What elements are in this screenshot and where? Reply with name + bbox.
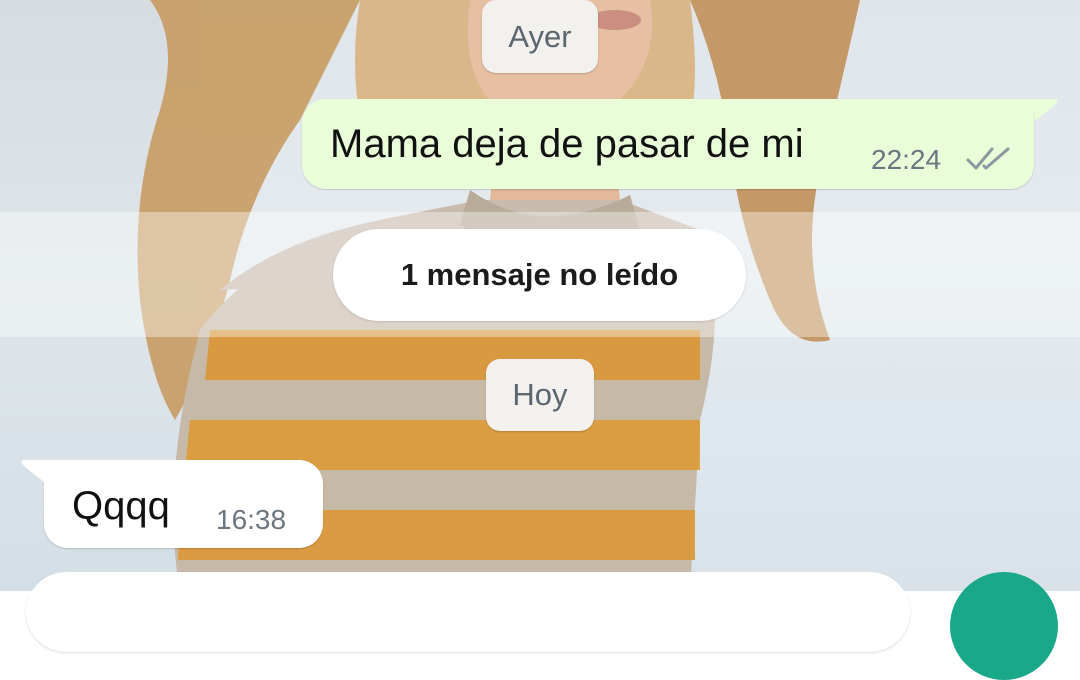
double-check-read-icon	[966, 147, 1010, 170]
unread-messages-banner: 1 mensaje no leído	[333, 229, 746, 321]
incoming-message-time: 16:38	[216, 504, 287, 535]
outgoing-message-time: 22:24	[871, 144, 942, 175]
outgoing-message-text: Mama deja de pasar de mi	[330, 122, 804, 166]
date-chip-yesterday: Ayer	[482, 0, 598, 73]
date-chip-label: Ayer	[508, 18, 572, 54]
mic-button[interactable]	[950, 572, 1058, 680]
unread-banner-label: 1 mensaje no leído	[400, 257, 679, 292]
date-chip-label: Hoy	[512, 377, 568, 412]
message-input[interactable]	[26, 572, 910, 652]
outgoing-bubble-tail	[1033, 99, 1058, 121]
incoming-bubble-tail	[21, 460, 46, 482]
date-chip-today: Hoy	[486, 359, 594, 431]
incoming-message-text: Qqqq	[72, 484, 170, 528]
